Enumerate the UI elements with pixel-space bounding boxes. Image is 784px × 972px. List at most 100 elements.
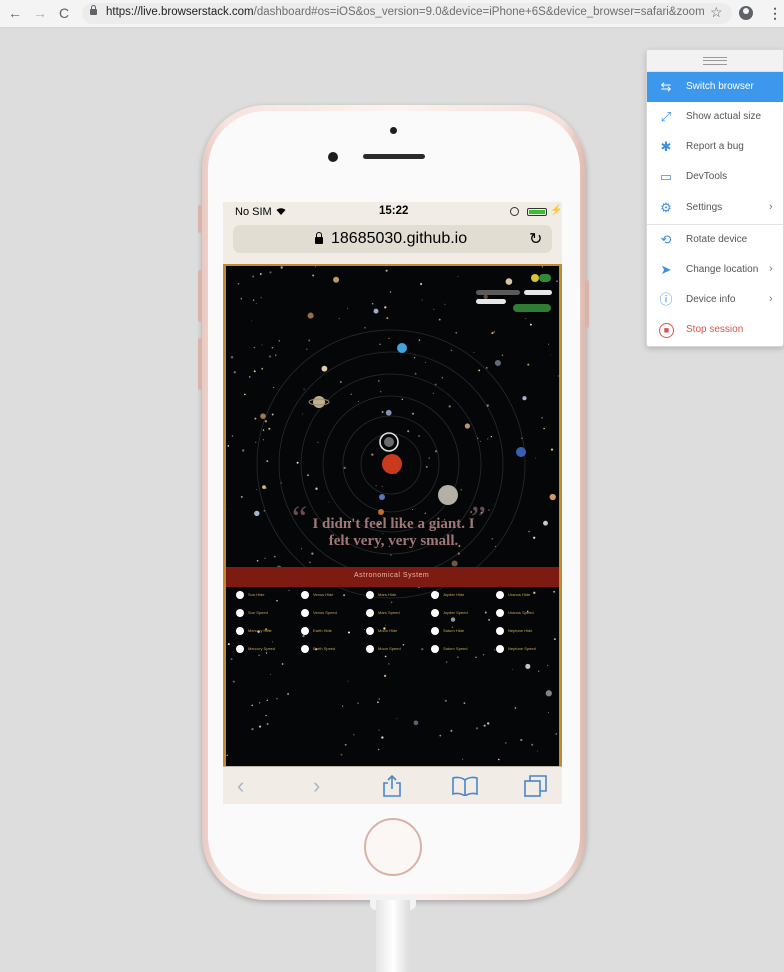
switch-browser-item[interactable]: ⇆ Switch browser	[647, 72, 783, 102]
radio-dot-icon[interactable]	[236, 645, 244, 653]
star	[463, 702, 466, 704]
safari-address-bar[interactable]: 18685030.github.io ↻	[233, 225, 552, 253]
radio-dot-icon[interactable]	[366, 609, 374, 617]
lock-icon	[90, 5, 97, 15]
star	[255, 302, 257, 304]
hud-button[interactable]	[524, 290, 552, 295]
stop-session-item[interactable]: ■ Stop session	[647, 315, 783, 345]
proximity-sensor	[390, 127, 397, 134]
ios-status-bar: No SIM 15:22 ⚡	[223, 202, 562, 222]
star	[226, 754, 228, 756]
star	[371, 453, 374, 456]
star	[364, 326, 366, 329]
safari-forward-icon[interactable]: ›	[313, 773, 320, 799]
radio-dot-icon[interactable]	[301, 609, 309, 617]
change-location-item[interactable]: ➤ Change location ›	[647, 255, 783, 285]
planet-control-label: Jupiter Hide	[443, 592, 465, 597]
radio-dot-icon[interactable]	[301, 645, 309, 653]
star	[254, 417, 257, 420]
device-info-item[interactable]: ⓘ Device info ›	[647, 285, 783, 315]
star	[385, 624, 387, 626]
radio-dot-icon[interactable]	[431, 591, 439, 599]
rotate-device-item[interactable]: ⟲ Rotate device	[647, 225, 783, 255]
back-icon[interactable]: ←	[6, 4, 24, 22]
radio-dot-icon[interactable]	[496, 609, 504, 617]
account-icon[interactable]	[739, 6, 753, 20]
hud-action-button[interactable]	[513, 304, 551, 312]
star	[444, 699, 447, 702]
saturn	[313, 396, 325, 408]
star	[251, 727, 254, 731]
radio-dot-icon[interactable]	[366, 645, 374, 653]
star	[553, 590, 556, 593]
hud-slider-track[interactable]	[476, 290, 520, 295]
radio-dot-icon[interactable]	[431, 609, 439, 617]
star	[441, 376, 444, 379]
show-actual-size-item[interactable]: ⤢ Show actual size	[647, 102, 783, 132]
bookmark-star-icon[interactable]: ☆	[710, 4, 723, 21]
star	[378, 698, 381, 700]
settings-item[interactable]: ⚙ Settings ›	[647, 193, 783, 223]
star	[321, 365, 328, 372]
report-bug-item[interactable]: ✱ Report a bug	[647, 132, 783, 162]
star	[276, 698, 278, 700]
radio-dot-icon[interactable]	[496, 645, 504, 653]
devtools-item[interactable]: ▭ DevTools	[647, 162, 783, 192]
bookmarks-icon[interactable]	[452, 776, 478, 796]
share-icon[interactable]	[381, 774, 403, 798]
devtools-window-icon: ▭	[659, 169, 673, 184]
safari-reload-icon[interactable]: ↻	[529, 229, 542, 249]
safari-back-icon[interactable]: ‹	[237, 773, 244, 799]
menu-drag-handle[interactable]	[647, 50, 783, 72]
radio-dot-icon[interactable]	[366, 591, 374, 599]
radio-dot-icon[interactable]	[496, 627, 504, 635]
planet-control-label: Neptune Speed	[508, 646, 536, 651]
star	[386, 317, 389, 320]
kebab-menu-icon[interactable]: ⋮	[768, 5, 782, 22]
planet-control-label: Neptune Hide	[508, 628, 533, 633]
radio-dot-icon[interactable]	[236, 591, 244, 599]
device-screen[interactable]: No SIM 15:22 ⚡ 18685030.github.io ↻ “ ” …	[223, 202, 562, 804]
tabs-icon[interactable]	[524, 775, 548, 797]
star	[315, 487, 318, 490]
radio-dot-icon[interactable]	[236, 627, 244, 635]
star	[511, 668, 513, 670]
planet-control-label: Earth Speed	[313, 646, 336, 651]
earpiece-speaker	[363, 154, 425, 159]
reload-icon[interactable]: C	[55, 4, 73, 22]
forward-icon[interactable]: →	[31, 4, 49, 22]
radio-dot-icon[interactable]	[236, 609, 244, 617]
radio-dot-icon[interactable]	[366, 627, 374, 635]
star	[421, 299, 423, 301]
solar-system-webpage[interactable]: “ ” I didn't feel like a giant. I felt v…	[223, 264, 562, 766]
settings-label: Settings	[686, 202, 723, 213]
star	[240, 297, 243, 300]
radio-dot-icon[interactable]	[431, 645, 439, 653]
planet-control-label: Earth Hide	[313, 628, 332, 633]
hud-toggle-dot[interactable]	[531, 274, 539, 282]
mars	[378, 509, 384, 515]
safari-address-area: 18685030.github.io ↻	[223, 222, 562, 265]
star	[260, 297, 262, 299]
star	[525, 317, 527, 319]
radio-dot-icon[interactable]	[496, 591, 504, 599]
star	[396, 717, 398, 719]
radio-dot-icon[interactable]	[301, 591, 309, 599]
url-text[interactable]: https://live.browserstack.com/dashboard#…	[106, 6, 704, 18]
radio-dot-icon[interactable]	[431, 627, 439, 635]
star	[338, 317, 340, 319]
home-button[interactable]	[364, 818, 422, 876]
change-location-label: Change location	[686, 264, 759, 275]
ribbon-label: Astronomical System	[354, 572, 430, 579]
radio-dot-icon[interactable]	[301, 627, 309, 635]
star	[493, 331, 495, 333]
planet-control-label: Venus Hide	[313, 592, 334, 597]
star	[302, 413, 304, 415]
volume-up-button	[198, 270, 202, 322]
hud-toggle[interactable]	[539, 274, 551, 282]
hud-slider-knob[interactable]	[476, 299, 506, 304]
address-bar[interactable]: https://live.browserstack.com/dashboard#…	[82, 3, 732, 24]
planet-control-label: Venus Speed	[313, 610, 337, 615]
star	[266, 460, 269, 463]
star	[252, 299, 255, 301]
